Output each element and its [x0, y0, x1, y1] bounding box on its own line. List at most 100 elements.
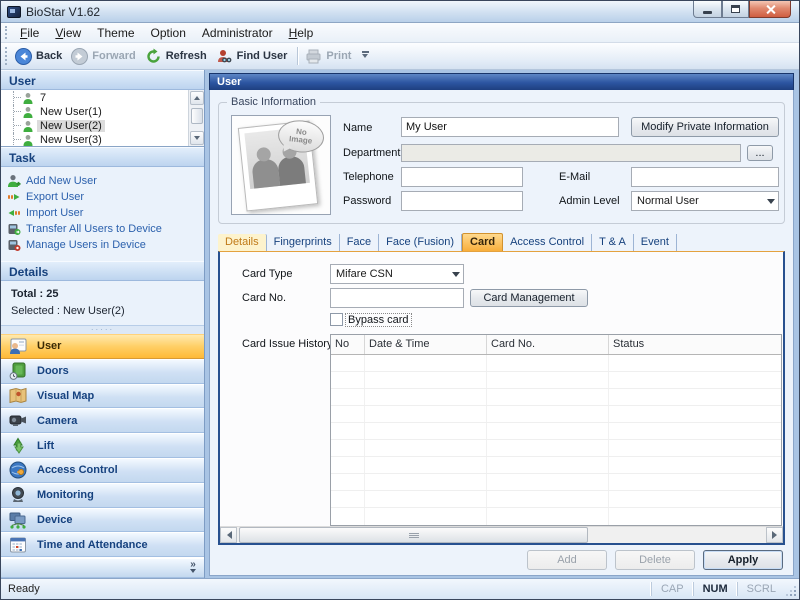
add-user-icon	[7, 174, 21, 188]
user-icon	[22, 134, 34, 146]
table-row	[331, 440, 781, 457]
tab-details[interactable]: Details	[218, 234, 267, 251]
menu-help[interactable]: Help	[281, 24, 322, 42]
minimize-button[interactable]	[693, 1, 722, 18]
column-header-date-time[interactable]: Date & Time	[365, 335, 487, 354]
manage-device-icon	[7, 238, 21, 252]
task-add-new-user[interactable]: Add New User	[7, 173, 204, 188]
print-button[interactable]: Print	[302, 46, 357, 67]
tab-bar: Details Fingerprints Face Face (Fusion) …	[218, 233, 785, 251]
scroll-left-button[interactable]	[220, 527, 237, 543]
task-list: Add New User Export User Import User Tra…	[1, 167, 204, 261]
tree-scrollbar[interactable]	[188, 90, 204, 146]
nav-doors[interactable]: Doors	[1, 359, 204, 384]
chevron-down-icon	[763, 192, 778, 210]
task-panel-header: Task	[1, 147, 204, 167]
nav-access-control[interactable]: Access Control	[1, 458, 204, 483]
menu-administrator[interactable]: Administrator	[194, 24, 281, 42]
password-field[interactable]	[401, 191, 523, 211]
app-window: BioStar V1.62 File View Theme Option Adm…	[0, 0, 800, 600]
tab-access-control[interactable]: Access Control	[503, 234, 592, 251]
tab-card[interactable]: Card	[462, 233, 503, 251]
sidebar-splitter[interactable]: ·····	[1, 325, 204, 334]
content-area: User 7 New User(1)	[1, 70, 799, 578]
transfer-device-icon	[7, 222, 21, 236]
department-browse-button[interactable]: ...	[747, 145, 773, 161]
lift-icon	[8, 436, 28, 456]
back-icon	[15, 48, 32, 65]
import-icon	[7, 206, 21, 220]
nav-camera[interactable]: Camera	[1, 408, 204, 433]
task-import-user[interactable]: Import User	[7, 205, 204, 220]
task-transfer-all-users[interactable]: Transfer All Users to Device	[7, 221, 204, 236]
card-management-button[interactable]: Card Management	[470, 289, 588, 307]
table-row	[331, 406, 781, 423]
find-user-button[interactable]: Find User	[213, 46, 294, 67]
nav-time-and-attendance[interactable]: Time and Attendance	[1, 532, 204, 557]
telephone-field[interactable]	[401, 167, 523, 187]
back-button[interactable]: Back	[12, 46, 68, 67]
nav-monitoring[interactable]: Monitoring	[1, 483, 204, 508]
nav-collapse-button[interactable]: »	[1, 558, 204, 578]
tab-fingerprints[interactable]: Fingerprints	[267, 234, 340, 251]
forward-icon	[71, 48, 88, 65]
task-export-user[interactable]: Export User	[7, 189, 204, 204]
forward-button[interactable]: Forward	[68, 46, 141, 67]
modify-private-information-button[interactable]: Modify Private Information	[631, 117, 779, 137]
menu-option[interactable]: Option	[143, 24, 194, 42]
column-header-card-no[interactable]: Card No.	[487, 335, 609, 354]
user-tree-item[interactable]: New User(3)	[1, 133, 188, 147]
scroll-up-button[interactable]	[190, 91, 204, 105]
scrollbar-thumb[interactable]	[239, 527, 588, 543]
nav-lift[interactable]: Lift	[1, 433, 204, 458]
refresh-button[interactable]: Refresh	[142, 46, 213, 67]
user-tree: 7 New User(1) New User(2)	[1, 90, 204, 147]
page-title: User	[209, 73, 794, 90]
nav-user[interactable]: User	[1, 334, 204, 359]
menu-theme[interactable]: Theme	[89, 24, 142, 42]
card-issue-history-label: Card Issue History	[242, 338, 332, 350]
arrow-right-icon	[772, 531, 781, 539]
name-field[interactable]	[401, 117, 619, 137]
admin-level-select[interactable]: Normal User	[631, 191, 779, 211]
card-type-select[interactable]: Mifare CSN	[330, 264, 464, 284]
tab-face[interactable]: Face	[340, 234, 379, 251]
department-field[interactable]	[401, 144, 741, 162]
user-tree-item[interactable]: New User(1)	[1, 105, 188, 119]
toolbar-overflow-button[interactable]	[359, 51, 371, 61]
email-field[interactable]	[631, 167, 779, 187]
email-label: E-Mail	[559, 171, 590, 183]
tab-event[interactable]: Event	[634, 234, 677, 251]
column-header-no[interactable]: No	[331, 335, 365, 354]
nav-device[interactable]: Device	[1, 508, 204, 533]
close-button[interactable]	[749, 1, 791, 18]
scrollbar-thumb[interactable]	[191, 108, 203, 124]
scroll-right-button[interactable]	[766, 527, 783, 543]
tab-face-fusion[interactable]: Face (Fusion)	[379, 234, 462, 251]
apply-button[interactable]: Apply	[703, 550, 783, 570]
arrow-up-icon	[194, 93, 200, 100]
scroll-down-button[interactable]	[190, 131, 204, 145]
task-manage-users-in-device[interactable]: Manage Users in Device	[7, 237, 204, 252]
horizontal-scrollbar[interactable]	[220, 526, 783, 543]
table-row	[331, 389, 781, 406]
card-tab-panel: Card Type Mifare CSN Card No. Card Manag…	[218, 251, 785, 545]
card-no-field[interactable]	[330, 288, 464, 308]
access-control-icon	[8, 460, 28, 480]
tab-t-and-a[interactable]: T & A	[592, 234, 634, 251]
user-tree-item[interactable]: 7	[1, 91, 188, 105]
menu-view[interactable]: View	[47, 24, 89, 42]
maximize-button[interactable]	[722, 1, 749, 18]
export-icon	[7, 190, 21, 204]
user-photo-placeholder[interactable]: No Image	[231, 115, 331, 215]
basic-information-group: Basic Information No Image Nam	[218, 102, 785, 224]
bypass-card-checkbox[interactable]	[330, 313, 343, 326]
add-button[interactable]: Add	[527, 550, 607, 570]
resize-grip[interactable]	[785, 579, 799, 599]
nav-visual-map[interactable]: Visual Map	[1, 384, 204, 409]
user-tree-item-selected[interactable]: New User(2)	[1, 119, 188, 133]
menu-file[interactable]: File	[12, 24, 47, 42]
delete-button[interactable]: Delete	[615, 550, 695, 570]
column-header-status[interactable]: Status	[609, 335, 781, 354]
table-row	[331, 423, 781, 440]
